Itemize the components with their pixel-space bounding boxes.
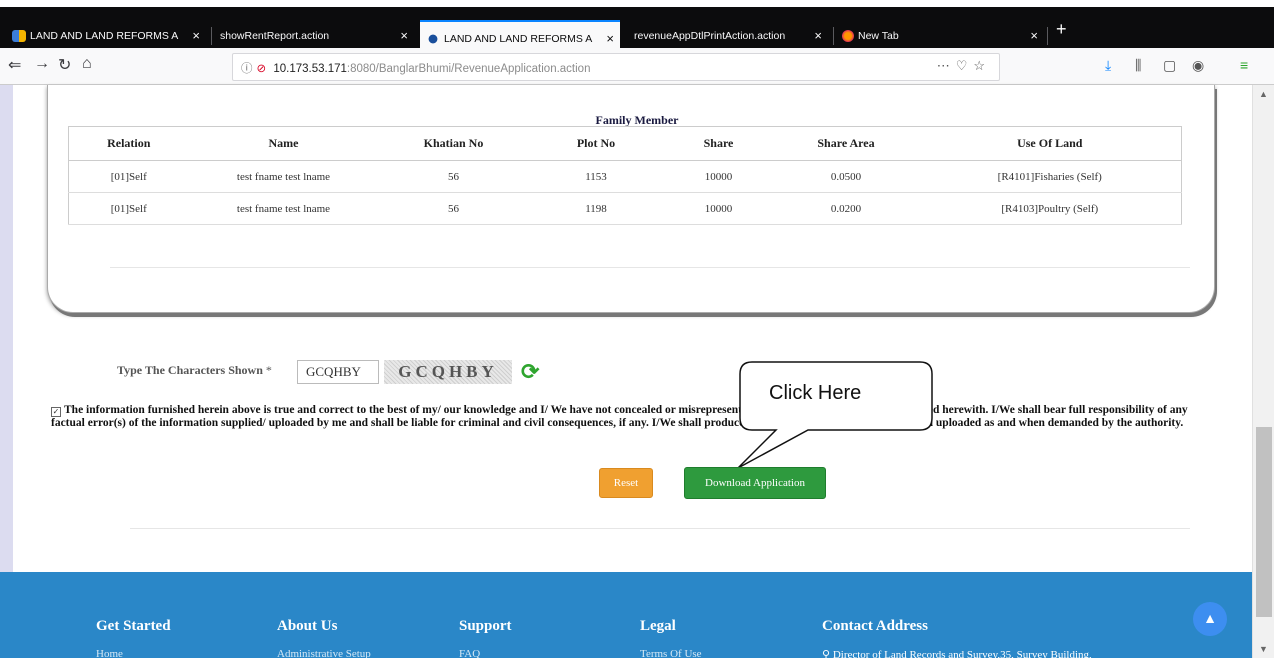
column-header: Name [188, 126, 379, 161]
tab-label: New Tab [858, 29, 899, 42]
tab-label: LAND AND LAND REFORMS A [444, 32, 593, 45]
table-cell: 10000 [663, 160, 774, 193]
footer-heading-get-started: Get Started [96, 618, 171, 634]
table-cell: [01]Self [68, 160, 189, 193]
captcha-label: Type The Characters Shown * [117, 363, 272, 378]
reload-icon[interactable]: ↻ [58, 55, 71, 75]
divider [130, 528, 1190, 529]
download-icon[interactable]: ⤓ [1105, 57, 1111, 74]
page-actions-icon[interactable]: ⋯ [937, 58, 956, 73]
contact-address-text: Director of Land Records and Survey,35, … [832, 649, 1092, 658]
back-arrow-icon[interactable]: ⇐ [8, 55, 21, 75]
close-tab-icon[interactable]: × [400, 28, 408, 43]
location-pin-icon: ⚲ [822, 649, 833, 658]
window-top-strip [0, 0, 1274, 7]
extension-icon[interactable]: ◉ [1192, 57, 1204, 74]
table-cell: 0.0500 [773, 160, 919, 193]
column-header: Khatian No [378, 126, 529, 161]
url-bar[interactable]: ⓘ ⊘ 10.173.53.171:8080/BanglarBhumi/Reven… [232, 53, 1000, 81]
forward-arrow-icon[interactable]: → [34, 55, 50, 73]
tab-label: showRentReport.action [220, 29, 330, 42]
table-cell: 0.0200 [773, 192, 919, 225]
url-path: :8080/BanglarBhumi/RevenueApplication.ac… [346, 63, 591, 75]
close-tab-icon[interactable]: × [192, 28, 200, 43]
download-application-button[interactable]: Download Application [684, 467, 826, 499]
captcha-refresh-icon[interactable]: ⟳ [521, 359, 539, 385]
callout-text: Click Here [765, 382, 866, 405]
new-tab-plus-icon[interactable]: + [1056, 19, 1067, 40]
footer-heading-support: Support [459, 618, 512, 634]
column-header: Use Of Land [918, 126, 1182, 161]
footer-link-administrative-setup[interactable]: Administrative Setup [277, 648, 371, 658]
close-tab-icon[interactable]: × [1030, 28, 1038, 43]
declaration: ✓ The information furnished herein above … [51, 404, 1221, 430]
insecure-lock-icon[interactable]: ⊘ [257, 63, 267, 75]
table-header-row: Relation Name Khatian No Plot No Share S… [68, 126, 1182, 161]
column-header: Share Area [773, 126, 919, 161]
scroll-to-top-button[interactable]: ▲ [1193, 602, 1227, 636]
table-cell: [R4101]Fisharies (Self) [918, 160, 1182, 193]
scrollbar-thumb[interactable] [1256, 427, 1272, 617]
tab-separator [211, 27, 212, 45]
declaration-text: The information furnished herein above i… [51, 404, 1188, 429]
site-favicon-icon [426, 32, 440, 45]
page-scrollbar[interactable]: ▲ ▼ [1252, 85, 1274, 658]
footer-heading-about-us: About Us [277, 618, 338, 634]
site-favicon-icon [12, 29, 26, 42]
family-member-table: Relation Name Khatian No Plot No Share S… [68, 126, 1182, 225]
library-icon[interactable]: ⫼ [1135, 57, 1141, 74]
reset-button[interactable]: Reset [599, 468, 653, 498]
table-row: [01]Self test fname test lname 56 1153 1… [68, 160, 1182, 193]
footer-heading-contact-address: Contact Address [822, 618, 928, 634]
firefox-icon [842, 29, 854, 42]
footer-contact-line: ⚲ Director of Land Records and Survey,35… [822, 648, 1092, 658]
tab-separator [1047, 27, 1048, 45]
column-header: Share [663, 126, 774, 161]
site-info-icon[interactable]: ⓘ [241, 63, 253, 75]
footer-link-terms-of-use[interactable]: Terms Of Use [640, 648, 702, 658]
declaration-checkbox[interactable]: ✓ [51, 407, 61, 417]
table-cell: 56 [378, 160, 529, 193]
scroll-up-icon[interactable]: ▲ [1259, 89, 1268, 99]
browser-tab-4[interactable]: revenueAppDtlPrintAction.action × [628, 20, 828, 51]
table-cell: 1153 [528, 160, 664, 193]
table-cell: 1198 [528, 192, 664, 225]
table-cell: 56 [378, 192, 529, 225]
tab-label: revenueAppDtlPrintAction.action [634, 29, 786, 42]
captcha-label-text: Type The Characters Shown [117, 363, 263, 377]
scroll-down-icon[interactable]: ▼ [1259, 644, 1268, 654]
footer-heading-legal: Legal [640, 618, 676, 634]
table-row: [01]Self test fname test lname 56 1198 1… [68, 192, 1182, 225]
url-host: 10.173.53.171 [273, 63, 347, 75]
captcha-input[interactable]: GCQHBY [297, 360, 379, 384]
browser-tab-5[interactable]: New Tab × [836, 20, 1044, 51]
table-cell: test fname test lname [188, 160, 379, 193]
browser-tab-2[interactable]: showRentReport.action × [214, 20, 414, 51]
browser-tab-bar: LAND AND LAND REFORMS A × showRentReport… [0, 7, 1274, 55]
close-tab-icon[interactable]: × [814, 28, 822, 43]
captcha-image: GCQHBY [384, 360, 512, 384]
required-mark: * [265, 363, 272, 377]
table-cell: [R4103]Poultry (Self) [918, 192, 1182, 225]
site-footer: Get Started Home About Us Administrative… [0, 572, 1252, 658]
table-cell: 10000 [663, 192, 774, 225]
divider [110, 267, 1190, 268]
home-icon[interactable]: ⌂ [82, 55, 92, 73]
column-header: Relation [68, 126, 189, 161]
bookmark-star-icon[interactable]: ☆ [973, 58, 991, 73]
tab-separator [833, 27, 834, 45]
footer-link-home[interactable]: Home [96, 648, 123, 658]
table-cell: [01]Self [68, 192, 189, 225]
arrow-up-icon: ▲ [1203, 610, 1217, 626]
close-tab-icon[interactable]: × [606, 31, 614, 46]
column-header: Plot No [528, 126, 664, 161]
tab-label: LAND AND LAND REFORMS A [30, 29, 179, 42]
pocket-icon[interactable]: ♡ [956, 58, 974, 73]
sidebar-icon[interactable]: ▢ [1163, 57, 1176, 74]
footer-link-faq[interactable]: FAQ [459, 648, 480, 658]
menu-icon[interactable]: ≡ [1240, 57, 1248, 73]
table-cell: test fname test lname [188, 192, 379, 225]
browser-tab-1[interactable]: LAND AND LAND REFORMS A × [6, 20, 206, 51]
browser-nav-bar: ⇐ → ↻ ⌂ ⓘ ⊘ 10.173.53.171:8080/BanglarBhu… [0, 48, 1274, 85]
